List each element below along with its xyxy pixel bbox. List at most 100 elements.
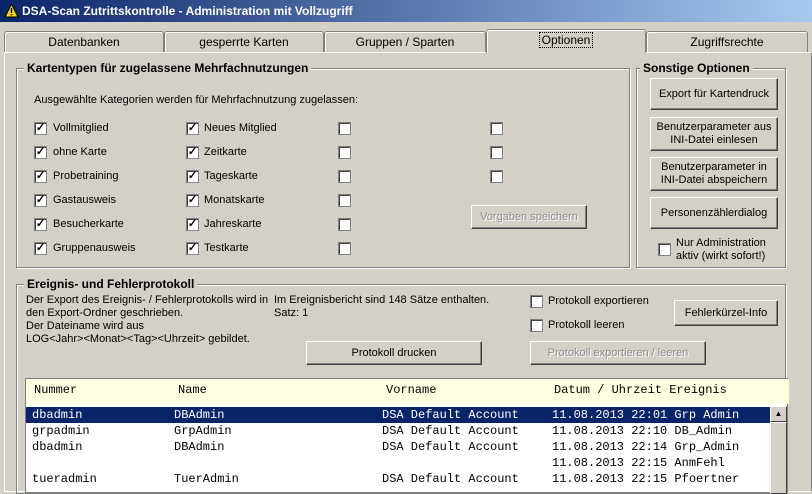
cell-name: DBAdmin [174, 408, 225, 422]
cell-nummer: grpadmin [32, 424, 90, 438]
checkbox-empty[interactable] [338, 122, 351, 135]
checkbox-probetraining[interactable]: ✓ [34, 170, 47, 183]
export-card-print-button[interactable]: Export für Kartendruck [650, 78, 778, 110]
protokoll-count: Im Ereignisbericht sind 148 Sätze enthal… [274, 294, 489, 320]
cell-datum: 11.08.2013 22:15 AnmFehl [552, 456, 725, 470]
event-list-header: Nummer Name Vorname Datum / Uhrzeit Erei… [26, 379, 789, 404]
checkbox-monatskarte[interactable]: ✓ [186, 194, 199, 207]
button-label: INI-Datei einlesen [670, 134, 758, 146]
checkbox-label: ohne Karte [53, 146, 107, 158]
cell-name: DBAdmin [174, 440, 225, 454]
scroll-thumb[interactable] [770, 422, 787, 494]
tab-gesperrte-karten[interactable]: gesperrte Karten [164, 31, 324, 53]
checkbox-gruppenausweis[interactable]: ✓ [34, 242, 47, 255]
cell-vorname: DSA Default Account [382, 472, 519, 486]
checkbox-empty[interactable] [490, 146, 503, 159]
checkbox-empty[interactable] [338, 194, 351, 207]
tab-zugriffsrechte[interactable]: Zugriffsrechte [646, 31, 808, 53]
column-header-name[interactable]: Name [178, 383, 207, 397]
table-row[interactable]: 11.08.2013 22:15 AnmFehl [26, 455, 770, 471]
checkbox-zeitkarte[interactable]: ✓ [186, 146, 199, 159]
admin-only-label: Nur Administration aktiv (wirkt sofort!) [676, 237, 766, 263]
load-ini-button[interactable]: Benutzerparameter aus INI-Datei einlesen [650, 117, 778, 151]
title-bar: DSA-Scan Zutrittskontrolle - Administrat… [0, 0, 812, 22]
event-list[interactable]: Nummer Name Vorname Datum / Uhrzeit Erei… [25, 378, 789, 494]
column-header-nummer[interactable]: Nummer [34, 383, 77, 397]
table-row[interactable]: dbadmin DBAdmin DSA Default Account 11.0… [26, 407, 770, 423]
scroll-up-icon[interactable]: ▲ [770, 406, 787, 422]
record-count-text: Im Ereignisbericht sind 148 Sätze enthal… [274, 294, 490, 306]
cell-vorname: DSA Default Account [382, 440, 519, 454]
cell-name: GrpAdmin [174, 424, 232, 438]
tab-gruppen-sparten[interactable]: Gruppen / Sparten [324, 31, 486, 53]
checkbox-label: Monatskarte [204, 194, 265, 206]
checkbox-empty[interactable] [338, 242, 351, 255]
export-protocol-checkbox[interactable] [530, 295, 543, 308]
checkbox-gastausweis[interactable]: ✓ [34, 194, 47, 207]
checkbox-empty[interactable] [338, 170, 351, 183]
checkbox-vollmitglied[interactable]: ✓ [34, 122, 47, 135]
checkbox-label: Neues Mitglied [204, 122, 277, 134]
checkbox-label: Jahreskarte [204, 218, 262, 230]
clear-protocol-label: Protokoll leeren [548, 319, 625, 331]
checkbox-label: Zeitkarte [204, 146, 247, 158]
protokoll-info-line: den Export-Ordner geschrieben. [26, 307, 184, 319]
admin-only-checkbox[interactable] [658, 243, 671, 256]
save-defaults-button[interactable]: Vorgaben speichern [471, 205, 587, 229]
tab-label: Datenbanken [48, 35, 120, 49]
cell-datum: 11.08.2013 22:10 DB_Admin [552, 424, 733, 438]
cell-nummer: dbadmin [32, 440, 83, 454]
checkbox-empty[interactable] [490, 170, 503, 183]
tab-datenbanken[interactable]: Datenbanken [4, 31, 164, 53]
person-counter-button[interactable]: Personenzählerdialog [650, 197, 778, 229]
checkbox-jahreskarte[interactable]: ✓ [186, 218, 199, 231]
cell-nummer: dbadmin [32, 408, 83, 422]
cell-datum: 11.08.2013 22:15 Pfoertner [552, 472, 740, 486]
kartentypen-description: Ausgewählte Kategorien werden für Mehrfa… [34, 94, 359, 106]
checkbox-label: Probetraining [53, 170, 119, 182]
checkbox-empty[interactable] [490, 122, 503, 135]
clear-protocol-checkbox[interactable] [530, 319, 543, 332]
tab-label: Optionen [538, 32, 594, 48]
column-header-datum[interactable]: Datum / Uhrzeit Ereignis [554, 383, 727, 397]
tab-optionen[interactable]: Optionen [486, 29, 646, 53]
checkbox-empty[interactable] [338, 218, 351, 231]
export-protocol-label: Protokoll exportieren [548, 295, 649, 307]
warning-triangle-icon [4, 3, 19, 18]
table-row[interactable]: grpadmin GrpAdmin DSA Default Account 11… [26, 423, 770, 439]
admin-only-label-line: Nur Administration [676, 237, 766, 249]
checkbox-besucherkarte[interactable]: ✓ [34, 218, 47, 231]
print-protocol-button[interactable]: Protokoll drucken [306, 341, 482, 365]
checkbox-label: Besucherkarte [53, 218, 124, 230]
vertical-scrollbar[interactable]: ▲ [770, 406, 787, 494]
cell-vorname: DSA Default Account [382, 424, 519, 438]
checkbox-label: Testkarte [204, 242, 249, 254]
protokoll-info-line: Der Dateiname wird aus [26, 320, 144, 332]
column-header-vorname[interactable]: Vorname [386, 383, 436, 397]
protokoll-info-line: LOG<Jahr><Monat><Tag><Uhrzeit> gebildet. [26, 333, 250, 345]
tab-label: gesperrte Karten [199, 35, 289, 49]
cell-vorname: DSA Default Account [382, 408, 519, 422]
table-row[interactable]: tueradmin TuerAdmin DSA Default Account … [26, 471, 770, 487]
export-clear-protocol-button[interactable]: Protokoll exportieren / leeren [530, 341, 706, 365]
save-ini-button[interactable]: Benutzerparameter in INI-Datei abspeiche… [650, 157, 778, 191]
checkbox-label: Gastausweis [53, 194, 116, 206]
window-title: DSA-Scan Zutrittskontrolle - Administrat… [22, 4, 353, 18]
checkbox-empty[interactable] [338, 146, 351, 159]
button-label: Benutzerparameter aus [656, 121, 772, 133]
current-record-text: Satz: 1 [274, 307, 309, 319]
cell-datum: 11.08.2013 22:01 Grp Admin [552, 408, 740, 422]
protokoll-info-line: Der Export des Ereignis- / Fehlerprotoko… [26, 294, 269, 306]
protokoll-group-title: Ereignis- und Fehlerprotokoll [24, 277, 198, 291]
kartentypen-group-title: Kartentypen für zugelassene Mehrfachnutz… [24, 61, 312, 75]
checkbox-label: Gruppenausweis [53, 242, 136, 254]
checkbox-neues-mitglied[interactable]: ✓ [186, 122, 199, 135]
checkbox-testkarte[interactable]: ✓ [186, 242, 199, 255]
table-row[interactable]: dbadmin DBAdmin DSA Default Account 11.0… [26, 439, 770, 455]
button-label: INI-Datei abspeichern [660, 174, 768, 186]
cell-name: TuerAdmin [174, 472, 239, 486]
checkbox-label: Vollmitglied [53, 122, 109, 134]
checkbox-tageskarte[interactable]: ✓ [186, 170, 199, 183]
checkbox-ohne-karte[interactable]: ✓ [34, 146, 47, 159]
error-codes-info-button[interactable]: Fehlerkürzel-Info [674, 300, 778, 326]
